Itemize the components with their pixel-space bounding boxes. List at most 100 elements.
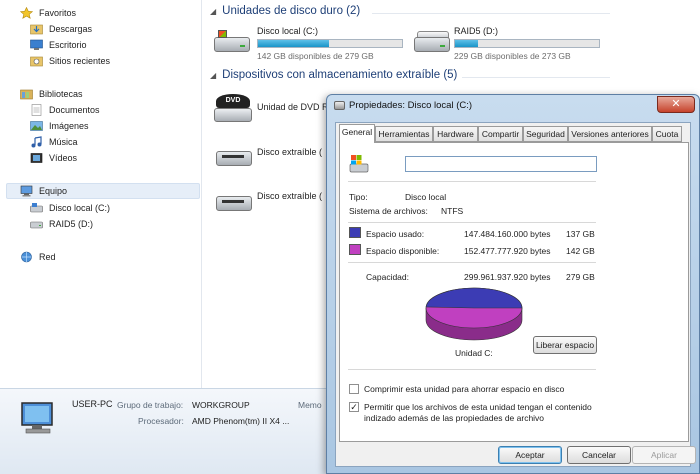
nav-favorites[interactable]: Favoritos: [19, 5, 77, 21]
hard-drive-icon: [414, 28, 452, 56]
disk-cleanup-button[interactable]: Liberar espacio: [533, 336, 597, 354]
index-checkbox[interactable]: ✓: [349, 402, 359, 412]
processor-value: AMD Phenom(tm) II X4 ...: [192, 416, 290, 426]
drive-icon: [334, 101, 345, 110]
separator: [348, 369, 596, 370]
drive-tile-d[interactable]: RAID5 (D:) 229 GB disponibles de 273 GB: [414, 24, 610, 62]
nav-libraries[interactable]: Bibliotecas: [20, 86, 83, 102]
nav-documents[interactable]: Documentos: [30, 102, 100, 118]
nav-network[interactable]: Red: [20, 249, 56, 265]
system-drive-icon: [349, 154, 369, 174]
nav-recent[interactable]: Sitios recientes: [30, 53, 110, 69]
filesystem-value: NTFS: [441, 206, 464, 216]
type-value: Disco local: [405, 192, 447, 202]
disk-usage-pie-chart: [425, 287, 523, 341]
drive-c-name: Disco local (C:): [257, 26, 319, 36]
index-label-line-2: indizado además de las propiedades de ar…: [364, 413, 545, 423]
tab-previous-versions[interactable]: Versiones anteriores: [568, 126, 652, 142]
nav-pictures-label: Imágenes: [49, 121, 89, 131]
star-icon: [19, 6, 34, 19]
nav-computer[interactable]: Equipo: [6, 183, 200, 199]
group-hard-disks-label: Unidades de disco duro (2): [222, 5, 361, 17]
nav-pictures[interactable]: Imágenes: [30, 118, 89, 134]
videos-icon: [30, 152, 43, 164]
group-divider: [372, 13, 610, 14]
desktop-icon: [30, 39, 43, 51]
capacity-bytes: 299.961.937.920 bytes: [464, 272, 551, 282]
tab-sharing[interactable]: Compartir: [478, 126, 523, 142]
nav-downloads[interactable]: Descargas: [30, 21, 92, 37]
tab-quota[interactable]: Cuota: [652, 126, 682, 142]
drive-d-free: 229 GB disponibles de 273 GB: [454, 51, 571, 61]
separator: [348, 262, 596, 263]
dvd-drive-icon: DVD: [214, 94, 252, 126]
compress-label: Comprimir esta unidad para ahorrar espac…: [364, 384, 565, 394]
collapse-chevron-icon: ◢: [210, 70, 217, 80]
nav-music[interactable]: Música: [30, 134, 78, 150]
removable-disk-tile-2[interactable]: Disco extraíble (: [214, 183, 326, 217]
nav-local-disk[interactable]: Disco local (C:): [30, 200, 110, 216]
tab-tools[interactable]: Herramientas: [375, 126, 433, 142]
used-space-label: Espacio usado:: [366, 229, 425, 239]
removable-disk-name-2: Disco extraíble (: [257, 191, 323, 201]
nav-documents-label: Documentos: [49, 105, 100, 115]
dvd-drive-name: Unidad de DVD R: [257, 102, 329, 112]
tab-security[interactable]: Seguridad: [523, 126, 568, 142]
workgroup-label: Grupo de trabajo:: [117, 400, 184, 410]
cancel-button[interactable]: Cancelar: [567, 446, 631, 464]
drive-d-usage-bar: [454, 39, 600, 48]
used-space-swatch: [349, 227, 361, 238]
tab-hardware[interactable]: Hardware: [433, 126, 478, 142]
apply-button[interactable]: Aplicar: [632, 446, 696, 464]
network-icon: [20, 251, 33, 263]
dialog-title: Propiedades: Disco local (C:): [349, 100, 473, 111]
group-header-hard-disks[interactable]: ◢ Unidades de disco duro (2): [210, 5, 360, 17]
drive-d-usage-fill: [455, 40, 479, 47]
memory-label: Memo: [298, 400, 322, 410]
removable-disk-tile-1[interactable]: Disco extraíble (: [214, 138, 326, 172]
ok-button[interactable]: Aceptar: [498, 446, 562, 464]
nav-local-disk-label: Disco local (C:): [49, 203, 111, 213]
group-header-removable[interactable]: ◢ Dispositivos con almacenamiento extraí…: [210, 69, 457, 81]
used-space-bytes: 147.484.160.000 bytes: [464, 229, 551, 239]
nav-desktop[interactable]: Escritorio: [30, 37, 87, 53]
tab-general[interactable]: General: [339, 124, 375, 143]
free-space-gb: 142 GB: [566, 246, 595, 256]
nav-raid[interactable]: RAID5 (D:): [30, 216, 93, 232]
drive-c-free: 142 GB disponibles de 279 GB: [257, 51, 374, 61]
capacity-label: Capacidad:: [366, 272, 410, 282]
processor-label: Procesador:: [138, 416, 184, 426]
drive-label-input[interactable]: [405, 156, 597, 172]
removable-disk-icon: [216, 142, 254, 170]
computer-icon: [18, 401, 58, 437]
pictures-icon: [30, 120, 43, 132]
libraries-icon: [20, 88, 33, 100]
documents-icon: [30, 104, 43, 116]
free-space-bytes: 152.477.777.920 bytes: [464, 246, 551, 256]
drive-tile-c[interactable]: Disco local (C:) 142 GB disponibles de 2…: [214, 24, 414, 62]
hard-drive-icon: [30, 218, 43, 230]
workgroup-value: WORKGROUP: [192, 400, 250, 410]
nav-videos[interactable]: Vídeos: [30, 150, 77, 166]
nav-downloads-label: Descargas: [49, 24, 93, 34]
nav-videos-label: Vídeos: [49, 153, 78, 163]
nav-desktop-label: Escritorio: [49, 40, 87, 50]
separator: [348, 181, 596, 182]
general-tab-panel: Tipo: Disco local Sistema de archivos: N…: [339, 142, 689, 442]
type-label: Tipo:: [349, 192, 368, 202]
downloads-folder-icon: [30, 23, 43, 35]
compress-checkbox[interactable]: [349, 384, 359, 394]
drive-c-usage-bar: [257, 39, 403, 48]
nav-favorites-label: Favoritos: [39, 8, 77, 18]
free-space-label: Espacio disponible:: [366, 246, 440, 256]
music-icon: [30, 136, 43, 148]
group-divider: [462, 77, 610, 78]
pie-slice-used: [425, 287, 523, 309]
system-drive-icon: [214, 28, 252, 56]
removable-disk-name-1: Disco extraíble (: [257, 147, 323, 157]
used-space-gb: 137 GB: [566, 229, 595, 239]
navigation-pane: Favoritos Descargas Escritorio Sitios re…: [0, 0, 202, 388]
dvd-drive-tile[interactable]: DVD Unidad de DVD R: [214, 92, 329, 128]
drive-d-name: RAID5 (D:): [454, 26, 499, 36]
close-button[interactable]: ✕: [657, 96, 695, 113]
